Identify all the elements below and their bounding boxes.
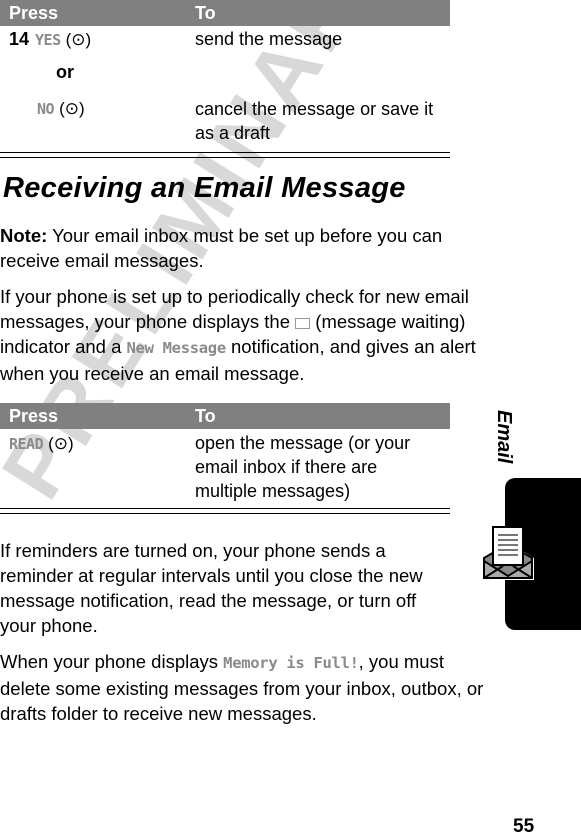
table-divider bbox=[0, 508, 450, 514]
action-text: send the message bbox=[195, 29, 343, 49]
header-to: To bbox=[195, 3, 216, 23]
softkey-read: READ bbox=[9, 435, 44, 453]
paragraph-new-email: If your phone is set up to periodically … bbox=[0, 284, 485, 386]
email-envelope-icon bbox=[481, 524, 535, 589]
header-press: Press bbox=[9, 3, 59, 23]
table-header: Press To bbox=[0, 403, 450, 429]
softkey-yes: YES bbox=[35, 31, 61, 49]
page-number: 55 bbox=[513, 816, 535, 837]
section-title: Receiving an Email Message bbox=[3, 172, 406, 204]
softkey-button-icon: (⊙) bbox=[65, 30, 92, 49]
press-to-table-read: Press To READ (⊙) open the message (or y… bbox=[0, 403, 450, 509]
softkey-no: NO bbox=[37, 100, 55, 118]
display-text-memory-full: Memory is Full! bbox=[223, 654, 359, 672]
chapter-title: Email bbox=[493, 410, 515, 464]
table-divider bbox=[0, 152, 450, 158]
header-press: Press bbox=[9, 406, 59, 426]
message-waiting-icon bbox=[295, 318, 311, 329]
table-header: Press To bbox=[0, 0, 450, 26]
table-row: 14 YES (⊙) send the message bbox=[0, 26, 450, 56]
text: When your phone displays bbox=[0, 651, 224, 672]
note-text: Your email inbox must be set up before y… bbox=[0, 225, 443, 271]
or-connector: or bbox=[56, 62, 74, 82]
press-to-table-send: Press To 14 YES (⊙) send the message or N… bbox=[0, 0, 450, 150]
table-row: NO (⊙) cancel the message or save it as … bbox=[0, 94, 450, 150]
display-text-new-message: New Message bbox=[126, 339, 227, 357]
softkey-button-icon: (⊙) bbox=[59, 99, 85, 118]
step-number: 14 bbox=[9, 29, 30, 49]
action-text: open the message (or your email inbox if… bbox=[195, 433, 411, 501]
note-paragraph: Note: Your email inbox must be set up be… bbox=[0, 223, 450, 273]
paragraph-reminders: If reminders are turned on, your phone s… bbox=[0, 540, 423, 636]
note-label: Note: bbox=[0, 225, 48, 246]
softkey-button-icon: (⊙) bbox=[48, 434, 74, 453]
header-to: To bbox=[195, 406, 216, 426]
action-text: cancel the message or save it as a draft bbox=[195, 99, 434, 143]
paragraph-memory-full: When your phone displays Memory is Full!… bbox=[0, 649, 485, 726]
table-row: or bbox=[0, 56, 450, 94]
table-row: READ (⊙) open the message (or your email… bbox=[0, 429, 450, 509]
